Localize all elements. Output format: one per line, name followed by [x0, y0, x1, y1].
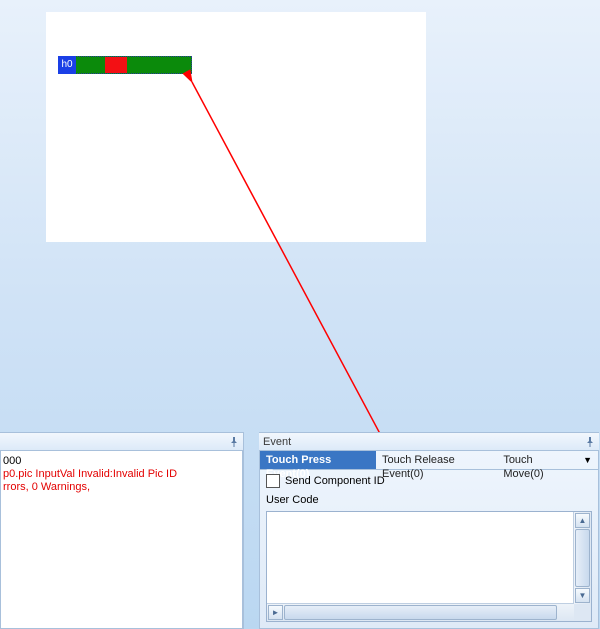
pin-icon[interactable] — [229, 437, 239, 447]
event-panel: Event Touch Press Event(0) Touch Release… — [259, 432, 599, 629]
scroll-thumb[interactable] — [575, 529, 590, 587]
design-canvas[interactable]: h0 — [46, 12, 426, 242]
send-component-id-checkbox[interactable] — [266, 474, 280, 488]
tab-touch-release[interactable]: Touch Release Event(0) — [376, 451, 497, 469]
scroll-up-icon[interactable]: ▲ — [575, 513, 590, 528]
output-line: rrors, 0 Warnings, — [3, 481, 240, 494]
event-panel-title: Event — [259, 432, 599, 452]
tab-touch-press[interactable]: Touch Press Event(0) — [260, 451, 376, 469]
output-line: 000 — [3, 455, 240, 468]
output-panel: 000 p0.pic InputVal Invalid:Invalid Pic … — [0, 432, 244, 629]
user-code-editor[interactable]: ▲ ▼ ◄ ► — [266, 511, 592, 622]
vertical-scrollbar[interactable]: ▲ ▼ — [573, 512, 591, 604]
output-panel-title — [0, 432, 243, 452]
send-component-id-label: Send Component ID — [285, 475, 385, 487]
scroll-thumb[interactable] — [284, 605, 557, 620]
slider-thumb[interactable] — [105, 57, 127, 73]
output-text[interactable]: 000 p0.pic InputVal Invalid:Invalid Pic … — [0, 450, 243, 629]
event-tabs: Touch Press Event(0) Touch Release Event… — [260, 451, 598, 470]
output-line: p0.pic InputVal Invalid:Invalid Pic ID — [3, 468, 240, 481]
slider-component-h0[interactable]: h0 — [58, 56, 192, 74]
user-code-label: User Code — [260, 492, 598, 510]
tabs-dropdown-icon[interactable]: ▼ — [577, 455, 598, 465]
horizontal-scrollbar[interactable]: ◄ ► — [267, 603, 574, 621]
pin-icon[interactable] — [585, 437, 595, 447]
tab-touch-move[interactable]: Touch Move(0) — [497, 451, 577, 469]
component-label: h0 — [58, 56, 76, 74]
scroll-corner — [574, 604, 591, 621]
scroll-right-icon[interactable]: ► — [268, 605, 283, 620]
scroll-down-icon[interactable]: ▼ — [575, 588, 590, 603]
